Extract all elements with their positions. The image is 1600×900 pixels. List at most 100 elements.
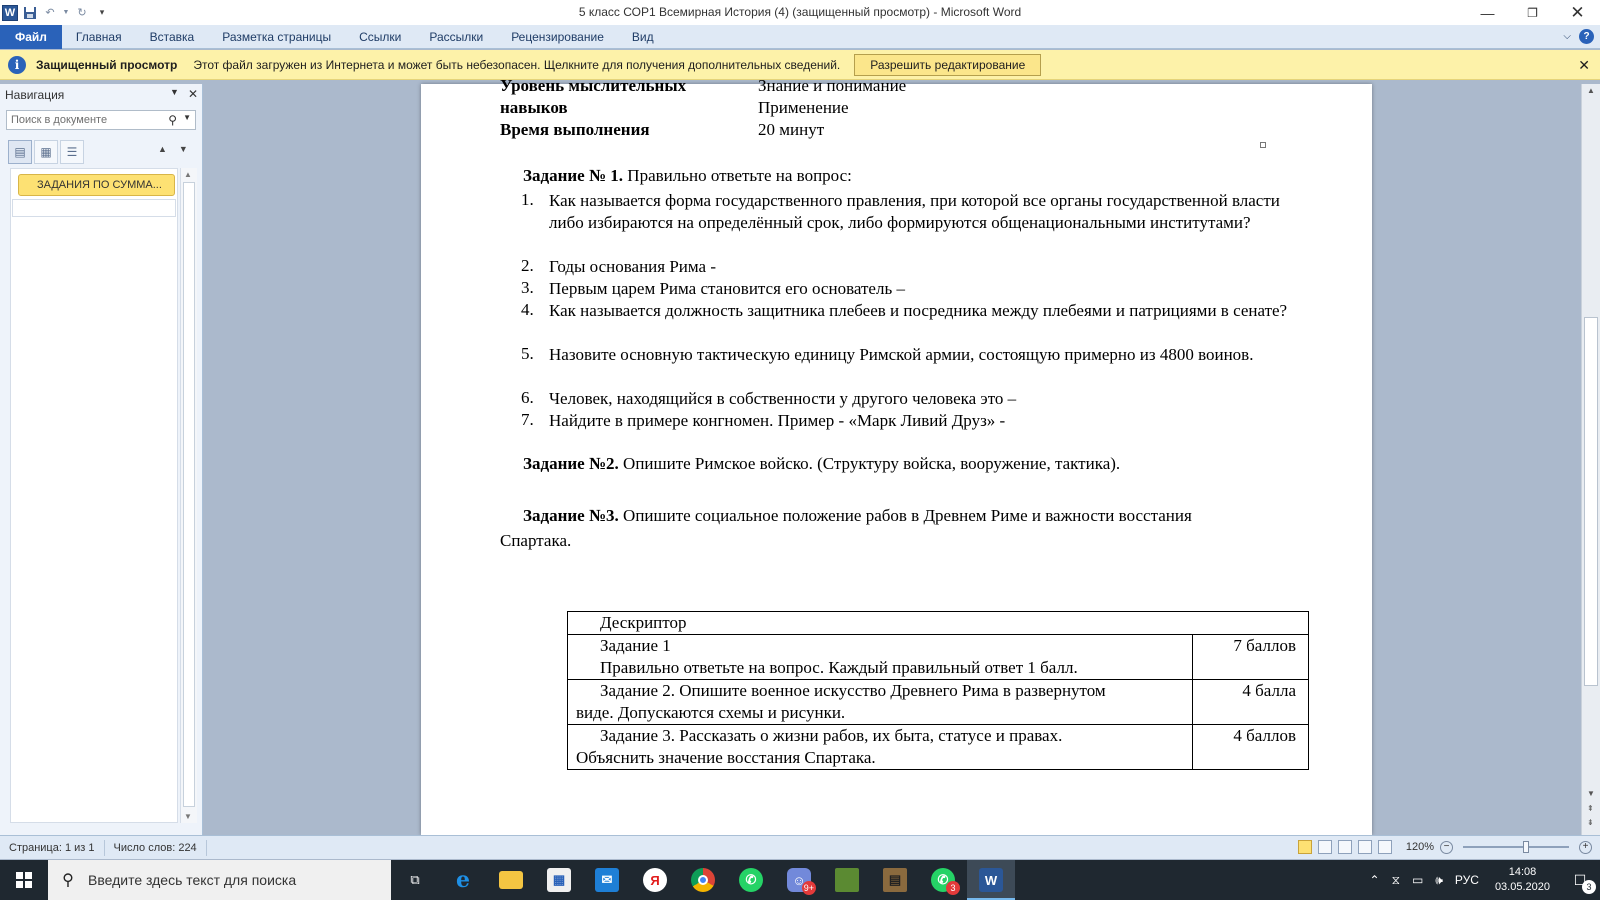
minecraft-icon[interactable]	[823, 860, 871, 900]
previous-heading-icon[interactable]: ▲	[158, 144, 167, 154]
descriptor-line: виде. Допускаются схемы и рисунки.	[576, 703, 846, 722]
minimize-button[interactable]: —	[1465, 0, 1510, 25]
headings-view-icon[interactable]: ▤	[8, 140, 32, 164]
close-bar-icon[interactable]: ✕	[1578, 57, 1590, 74]
tab-insert[interactable]: Вставка	[136, 25, 209, 49]
show-hidden-icons[interactable]: ⌃	[1364, 873, 1386, 887]
nav-scrollbar[interactable]: ▲ ▼	[180, 168, 197, 823]
scroll-up-icon[interactable]: ▲	[184, 170, 192, 179]
descriptor-line: Задание 1	[600, 636, 671, 655]
task1-label: Задание № 1.	[523, 166, 624, 185]
table-cell: Задание 2. Опишите военное искусство Дре…	[567, 679, 1193, 725]
redo-icon[interactable]: ↻	[74, 5, 90, 21]
word-app-icon[interactable]: W	[2, 4, 18, 21]
enable-editing-button[interactable]: Разрешить редактирование	[854, 53, 1042, 76]
tab-mailings[interactable]: Рассылки	[415, 25, 497, 49]
question-text: Назовите основную тактическую единицу Ри…	[549, 345, 1254, 364]
expand-ribbon-icon[interactable]: ⌵	[1563, 31, 1571, 42]
full-screen-reading-icon[interactable]	[1317, 840, 1332, 854]
object-handle[interactable]	[1260, 142, 1266, 148]
pane-options-icon[interactable]: ▼	[170, 87, 179, 97]
next-heading-icon[interactable]: ▼	[179, 144, 188, 154]
yandex-browser-icon[interactable]: Я	[631, 860, 679, 900]
table-row: Задание 2. Опишите военное искусство Дре…	[567, 679, 1309, 725]
search-icon[interactable]: ⚲	[168, 113, 177, 127]
store-icon[interactable]: ▦	[535, 860, 583, 900]
edge-icon[interactable]: e	[439, 860, 487, 900]
next-page-icon[interactable]: ⇟	[1587, 818, 1594, 827]
heading-item[interactable]: ЗАДАНИЯ ПО СУММА...	[18, 174, 175, 196]
word-taskbar-icon[interactable]: W	[967, 860, 1015, 900]
results-view-icon[interactable]: ☰	[60, 140, 84, 164]
clock[interactable]: 14:08 03.05.2020	[1485, 865, 1560, 895]
discord-icon[interactable]: ☺ 9+	[775, 860, 823, 900]
tab-references[interactable]: Ссылки	[345, 25, 415, 49]
network-disconnected-icon[interactable]: ⧖	[1386, 873, 1406, 888]
customize-toolbar-icon[interactable]: ▾	[94, 5, 110, 21]
mail-icon[interactable]: ✉	[583, 860, 631, 900]
skill-level-label-2: навыков	[500, 98, 568, 117]
navigation-title: Навигация	[5, 88, 65, 102]
document-scroll-thumb[interactable]	[1584, 317, 1598, 686]
pages-view-icon[interactable]: ▦	[34, 140, 58, 164]
close-pane-icon[interactable]: ✕	[188, 87, 198, 101]
nav-search-input[interactable]: Поиск в документе ⚲ ▼	[6, 110, 196, 130]
word-count[interactable]: Число слов: 224	[105, 839, 207, 856]
close-window-button[interactable]: ✕	[1555, 0, 1600, 25]
clock-time: 14:08	[1508, 866, 1537, 878]
undo-dropdown-icon[interactable]: ▼	[62, 5, 70, 21]
heading-placeholder-row[interactable]	[12, 199, 176, 217]
info-icon: i	[8, 55, 26, 74]
volume-icon[interactable]: 🕪	[1429, 873, 1449, 888]
whatsapp-icon[interactable]: ✆	[727, 860, 775, 900]
tab-view[interactable]: Вид	[618, 25, 668, 49]
skill-level-label-1: Уровень мыслительных	[500, 76, 687, 95]
task3-paragraph: Задание №3. Опишите социальное положение…	[523, 506, 1192, 526]
page-count[interactable]: Страница: 1 из 1	[0, 839, 105, 856]
document-scrollbar[interactable]: ▲ ▼ ⇞ ⇟	[1581, 84, 1600, 835]
document-page[interactable]: Уровень мыслительных Знание и понимание …	[421, 76, 1372, 835]
save-icon[interactable]	[22, 5, 38, 21]
scroll-down-icon[interactable]: ▼	[1587, 789, 1595, 798]
descriptor-line: Задание 3. Рассказать о жизни рабов, их …	[600, 726, 1063, 745]
restore-button[interactable]: ❐	[1510, 0, 1555, 25]
scroll-up-icon[interactable]: ▲	[1587, 86, 1595, 95]
scroll-down-icon[interactable]: ▼	[184, 812, 192, 821]
table-row: Задание 3. Рассказать о жизни рабов, их …	[567, 724, 1309, 770]
skill-level-value-1: Знание и понимание	[758, 76, 907, 95]
zoom-slider-knob[interactable]	[1523, 841, 1529, 853]
minecraft-launcher-icon[interactable]: ▤	[871, 860, 919, 900]
file-explorer-icon[interactable]	[487, 860, 535, 900]
action-center-icon[interactable]: ☐ 3	[1560, 860, 1600, 900]
nav-search-placeholder: Поиск в документе	[11, 114, 108, 126]
tab-home[interactable]: Главная	[62, 25, 136, 49]
web-layout-icon[interactable]	[1337, 840, 1352, 854]
task1-instruction: Правильно ответьте на вопрос:	[623, 166, 852, 185]
help-icon[interactable]: ?	[1579, 29, 1594, 44]
task-view-icon[interactable]: ⧉	[391, 860, 439, 900]
search-icon: ⚲	[62, 872, 74, 889]
input-language[interactable]: РУС	[1449, 873, 1485, 887]
taskbar-search-input[interactable]: ⚲ Введите здесь текст для поиска	[48, 860, 391, 900]
undo-icon[interactable]: ↶	[42, 5, 58, 21]
protected-view-message[interactable]: Этот файл загружен из Интернета и может …	[193, 58, 840, 72]
tab-page-layout[interactable]: Разметка страницы	[208, 25, 345, 49]
battery-icon[interactable]: ▭	[1406, 873, 1429, 887]
zoom-level[interactable]: 120%	[1406, 841, 1434, 853]
chrome-icon[interactable]	[679, 860, 727, 900]
zoom-out-icon[interactable]: −	[1440, 840, 1453, 854]
question-text: Человек, находящийся в собственности у д…	[549, 389, 1017, 408]
search-options-icon[interactable]: ▼	[183, 113, 191, 122]
start-button[interactable]	[0, 860, 48, 900]
print-layout-view-icon[interactable]	[1297, 840, 1312, 854]
whatsapp-desktop-icon[interactable]: ✆ 3	[919, 860, 967, 900]
clock-date: 03.05.2020	[1494, 881, 1550, 893]
zoom-in-icon[interactable]: +	[1579, 840, 1592, 854]
zoom-slider[interactable]	[1463, 841, 1569, 853]
draft-view-icon[interactable]	[1377, 840, 1392, 854]
previous-page-icon[interactable]: ⇞	[1587, 804, 1594, 813]
outline-view-icon[interactable]	[1357, 840, 1372, 854]
tab-file[interactable]: Файл	[0, 24, 62, 49]
tab-review[interactable]: Рецензирование	[497, 25, 618, 49]
nav-scroll-thumb[interactable]	[183, 182, 195, 807]
